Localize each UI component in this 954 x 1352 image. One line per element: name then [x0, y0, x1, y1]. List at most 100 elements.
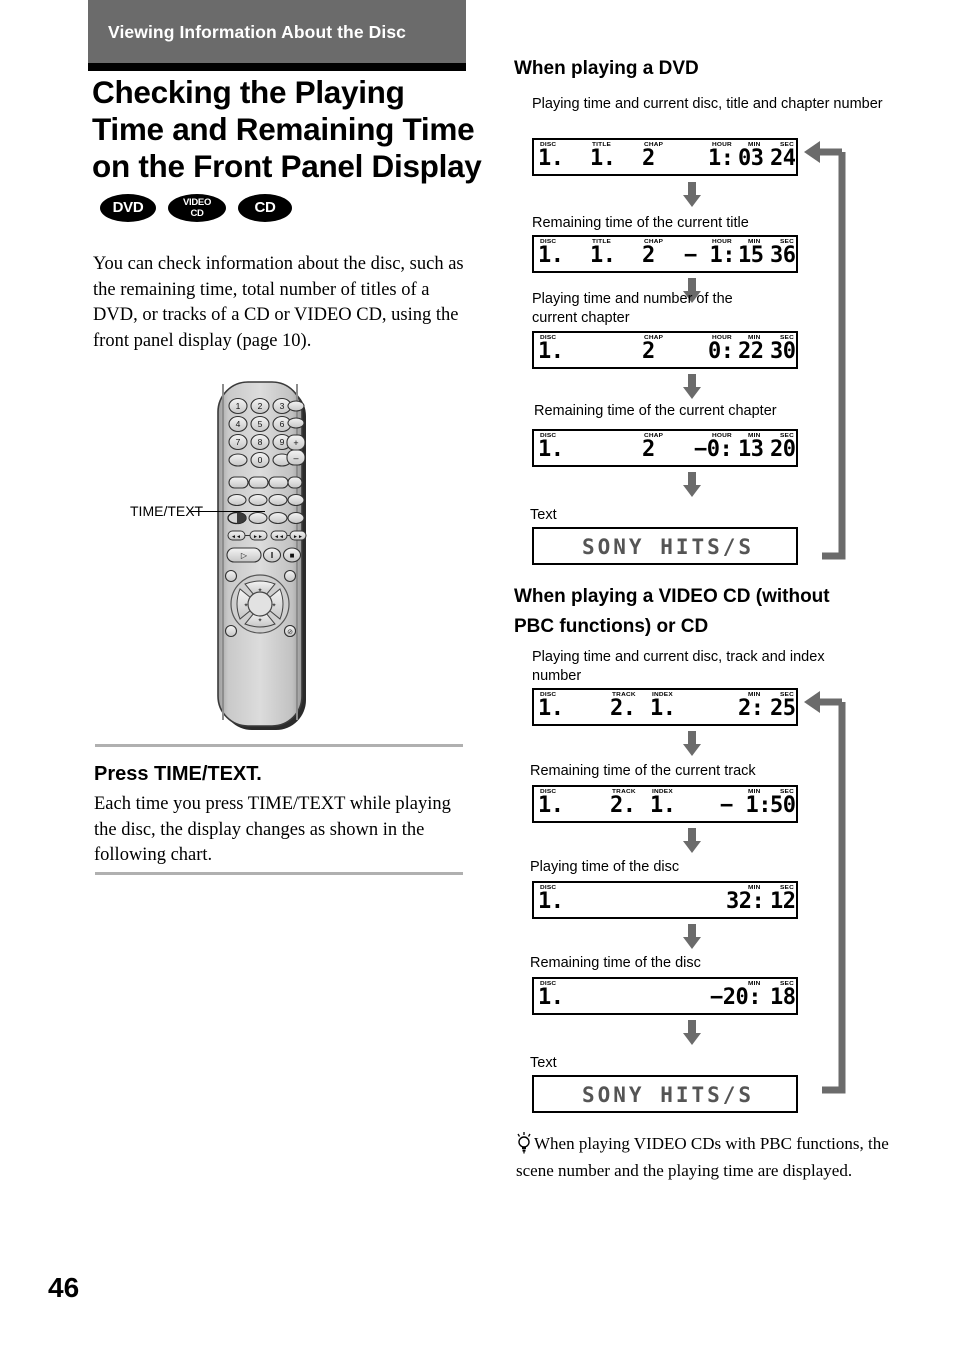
- value-disc: 1.: [538, 146, 564, 171]
- cd-display-text: SONY HITS/S: [532, 1075, 798, 1113]
- value-chap: 2: [642, 146, 655, 171]
- svg-text:✦: ✦: [271, 602, 276, 609]
- value-min: 22: [738, 339, 764, 364]
- right-column: When playing a DVD Playing time and curr…: [512, 0, 942, 1352]
- value-chap: 2: [642, 437, 655, 462]
- svg-text:–: –: [293, 453, 298, 463]
- intro-paragraph: You can check information about the disc…: [93, 254, 464, 351]
- section-header-title: Viewing Information About the Disc: [108, 22, 406, 42]
- page-title-text: Checking the Playing Time and Remaining …: [92, 74, 482, 184]
- value-index: 1.: [650, 696, 676, 721]
- dvd-step-3-caption: Playing time and number of the current c…: [532, 291, 733, 326]
- value-min: 2:: [738, 696, 764, 721]
- header-rule: [88, 63, 466, 71]
- manual-page: Viewing Information About the Disc Check…: [0, 0, 954, 1352]
- cd-badge: CD: [238, 193, 292, 222]
- callout-leader-line: [191, 511, 265, 512]
- page-number: 46: [48, 1272, 80, 1303]
- dvd-display-text: SONY HITS/S: [532, 527, 798, 565]
- svg-text:0: 0: [258, 455, 263, 465]
- tip-block: When playing VIDEO CDs with PBC function…: [516, 1132, 896, 1183]
- value-track: 2.: [610, 696, 636, 721]
- svg-text:2: 2: [258, 401, 263, 411]
- value-disc: 1.: [538, 696, 564, 721]
- value-disc: 1.: [538, 339, 564, 364]
- cd-display-2: DISC TRACK INDEX MIN SEC 1. 2. 1. − 1: 5…: [532, 785, 798, 823]
- value-title: 1.: [590, 243, 616, 268]
- value-min: 32:: [726, 889, 765, 914]
- flow-arrow-down: [680, 731, 704, 757]
- value-min: 03: [738, 146, 764, 171]
- dvd-section-heading: When playing a DVD: [514, 58, 699, 79]
- value-chap: 2: [642, 339, 655, 364]
- value-sec: 25: [770, 696, 796, 721]
- svg-text:◄◄: ◄◄: [231, 534, 241, 540]
- press-heading: Press TIME/TEXT.: [94, 763, 262, 785]
- cd-section-heading: When playing a VIDEO CD (without PBC fun…: [514, 586, 830, 637]
- svg-text:▷: ▷: [241, 551, 248, 560]
- tip-text: When playing VIDEO CDs with PBC function…: [516, 1134, 889, 1180]
- value-chap: 2: [642, 243, 655, 268]
- value-sec: 24: [770, 146, 796, 171]
- dvd-badge: DVD: [100, 193, 156, 222]
- divider-top: [95, 744, 463, 747]
- value-text: SONY HITS/S: [582, 1083, 755, 1107]
- flow-arrow-down: [680, 374, 704, 400]
- value-text: SONY HITS/S: [582, 535, 755, 559]
- dvd-display-3: DISC CHAP HOUR MIN SEC 1. 2 0: 22 30: [532, 331, 798, 369]
- svg-text:■: ■: [290, 551, 295, 560]
- value-hour: 0:: [708, 339, 734, 364]
- value-sec: 20: [770, 437, 796, 462]
- svg-text:⊘: ⊘: [287, 628, 293, 636]
- divider-bottom: [95, 872, 463, 875]
- flow-arrow-down: [680, 924, 704, 950]
- value-index: 1.: [650, 793, 676, 818]
- flow-arrow-down: [680, 472, 704, 498]
- video-cd-badge: VIDEO CD: [168, 193, 226, 222]
- svg-text:4: 4: [236, 419, 241, 429]
- remote-control-illustration: TIME/TEXT 1 2 3 4 5 6 7 8 9 0 + – ◄◄ ►► …: [130, 378, 390, 738]
- value-track: 2.: [610, 793, 636, 818]
- video-cd-badge-line2: CD: [190, 207, 204, 219]
- value-disc: 1.: [538, 889, 564, 914]
- value-disc: 1.: [538, 985, 564, 1010]
- value-disc: 1.: [538, 437, 564, 462]
- svg-text:6: 6: [280, 419, 285, 429]
- value-disc: 1.: [538, 243, 564, 268]
- svg-text:‖: ‖: [270, 551, 273, 560]
- value-hour: 1:: [708, 146, 734, 171]
- svg-text:✦: ✦: [243, 602, 248, 609]
- flow-arrow-down: [680, 828, 704, 854]
- value-disc: 1.: [538, 793, 564, 818]
- flow-arrow-down: [680, 1020, 704, 1046]
- flow-arrow-down: [680, 182, 704, 208]
- svg-text:8: 8: [258, 437, 263, 447]
- value-sec: 18: [770, 985, 796, 1010]
- video-cd-badge-line1: VIDEO: [182, 196, 212, 208]
- value-min: 13: [738, 437, 764, 462]
- svg-text:9: 9: [280, 437, 285, 447]
- page-title: Checking the Playing Time and Remaining …: [92, 74, 482, 224]
- svg-text:✦: ✦: [257, 587, 262, 594]
- value-hour: − 1:: [684, 243, 735, 268]
- press-body: Each time you press TIME/TEXT while play…: [94, 794, 451, 865]
- value-title: 1.: [590, 146, 616, 171]
- dvd-display-4: DISC CHAP HOUR MIN SEC 1. 2 −0: 13 20: [532, 429, 798, 467]
- svg-text:5: 5: [258, 419, 263, 429]
- dvd-step-5-caption: Text: [530, 507, 557, 523]
- value-sec: 12: [770, 889, 796, 914]
- svg-text:◄◄: ◄◄: [274, 534, 284, 540]
- svg-text:7: 7: [236, 437, 241, 447]
- cd-display-1: DISC TRACK INDEX MIN SEC 1. 2. 1. 2: 25: [532, 688, 798, 726]
- svg-text:►►: ►►: [293, 534, 303, 540]
- value-min: −20:: [710, 985, 761, 1010]
- dvd-step-1-caption: Playing time and current disc, title and…: [532, 96, 883, 112]
- value-min: − 1:: [720, 793, 771, 818]
- svg-text:1: 1: [236, 401, 241, 411]
- lightbulb-icon: [516, 1132, 534, 1159]
- svg-text:►►: ►►: [253, 534, 263, 540]
- svg-text:+: +: [293, 438, 298, 448]
- value-sec: 30: [770, 339, 796, 364]
- value-min: 15: [738, 243, 764, 268]
- cd-display-4: DISC MIN SEC 1. −20: 18: [532, 977, 798, 1015]
